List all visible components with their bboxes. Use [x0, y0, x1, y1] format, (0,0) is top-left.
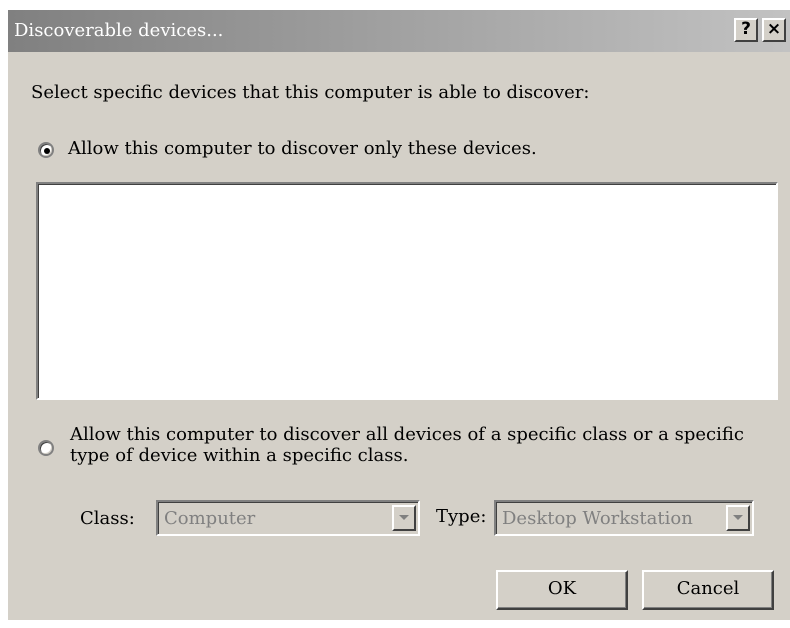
option-device-class-label: Allow this computer to discover all devi…: [70, 424, 744, 466]
chevron-down-icon[interactable]: [726, 505, 750, 531]
chevron-down-icon[interactable]: [392, 505, 416, 531]
type-label: Type:: [436, 506, 487, 527]
discoverable-devices-dialog: Discoverable devices... ? × Select speci…: [8, 10, 790, 620]
type-dropdown[interactable]: Desktop Workstation: [494, 500, 754, 536]
class-dropdown[interactable]: Computer: [156, 500, 420, 536]
option-device-class-label-line2: type of device within a specific class.: [70, 445, 409, 466]
radio-specific-devices[interactable]: [38, 142, 54, 158]
device-list[interactable]: [36, 182, 778, 400]
class-label: Class:: [80, 508, 135, 529]
option-device-class-label-line1: Allow this computer to discover all devi…: [70, 424, 744, 445]
option-specific-devices-label: Allow this computer to discover only the…: [68, 138, 537, 159]
class-dropdown-value: Computer: [164, 508, 256, 529]
dialog-prompt: Select specific devices that this comput…: [31, 82, 590, 103]
title-bar: Discoverable devices... ? ×: [8, 10, 790, 52]
cancel-button[interactable]: Cancel: [642, 570, 774, 610]
ok-button[interactable]: OK: [496, 570, 628, 610]
type-dropdown-value: Desktop Workstation: [502, 508, 693, 529]
radio-device-class[interactable]: [38, 440, 54, 456]
window-title: Discoverable devices...: [14, 20, 224, 41]
close-button[interactable]: ×: [762, 18, 786, 42]
help-button[interactable]: ?: [734, 18, 758, 42]
